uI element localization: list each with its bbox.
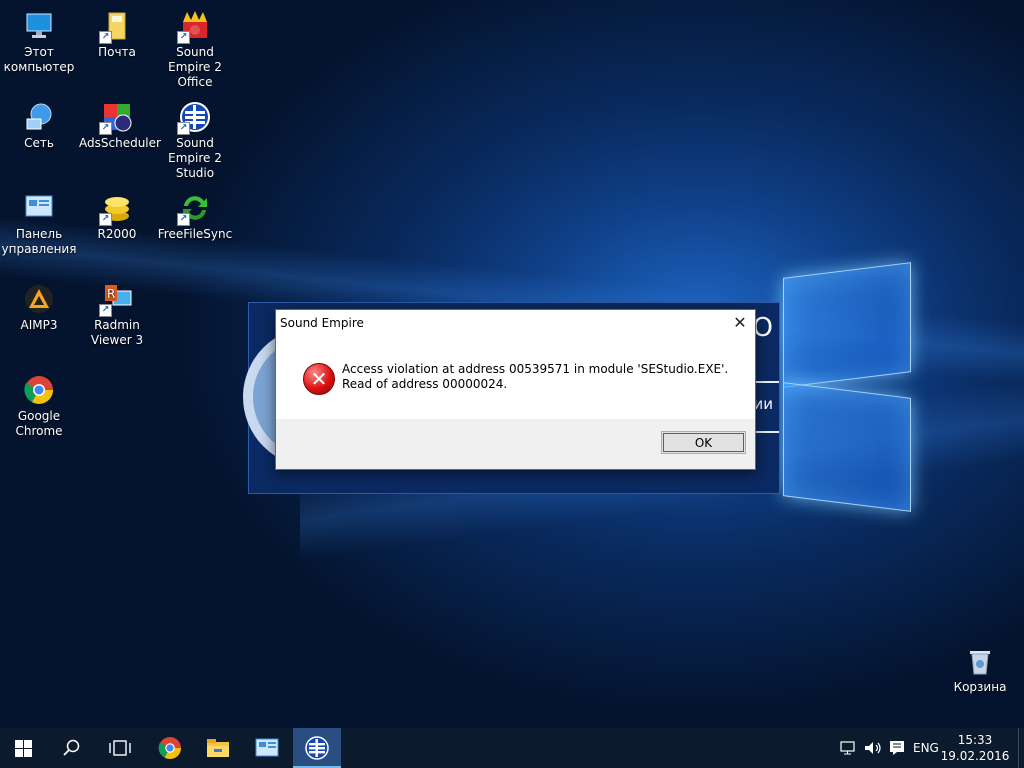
shortcut-arrow-icon: ↗ — [177, 31, 190, 44]
desktop-icon-label: FreeFileSync — [157, 227, 233, 241]
scheduler-icon: ↗ — [99, 101, 133, 135]
search-icon — [63, 739, 80, 756]
desktop-icon-radmin-viewer[interactable]: R ↗ Radmin Viewer 3 — [79, 283, 155, 348]
desktop-icon-this-pc[interactable]: Этот компьютер — [1, 10, 77, 75]
tray-language[interactable]: ENG — [910, 728, 942, 768]
desktop-icon-label: Google Chrome — [15, 409, 63, 438]
tray-volume[interactable] — [862, 728, 884, 768]
desktop-icon-label: Sound Empire 2 Studio — [168, 136, 222, 180]
desktop-icon-mail[interactable]: ↗ Почта — [79, 10, 155, 60]
r2000-coins-icon: ↗ — [99, 192, 133, 226]
desktop-icon-network[interactable]: Сеть — [1, 101, 77, 151]
clock-time: 15:33 — [957, 733, 993, 747]
network-icon — [840, 741, 855, 755]
error-dialog: Sound Empire ✕ ✕ Access violation at add… — [275, 309, 756, 470]
folder-icon — [207, 739, 229, 757]
windows-logo-icon — [15, 740, 32, 757]
error-x-icon: ✕ — [303, 363, 335, 395]
taskbar-sound-empire[interactable] — [293, 728, 341, 768]
computer-icon — [23, 10, 55, 42]
desktop-icon-freefilesync[interactable]: ↗ FreeFileSync — [157, 192, 233, 242]
network-globe-icon — [23, 101, 55, 133]
chrome-icon — [158, 737, 181, 759]
aimp-triangle-icon — [23, 283, 55, 315]
shortcut-arrow-icon: ↗ — [99, 213, 112, 226]
desktop-icon-sound-empire-studio[interactable]: ↗ Sound Empire 2 Studio — [157, 101, 233, 181]
taskbar-control-panel[interactable] — [243, 728, 291, 768]
sound-empire-logo-icon — [305, 736, 329, 760]
desktop-icon-control-panel[interactable]: Панель управления — [1, 192, 77, 257]
desktop-icon-label: Панель управления — [1, 227, 77, 256]
task-view-icon — [109, 740, 131, 756]
dialog-title: Sound Empire — [280, 316, 364, 330]
desktop-icon-label: Почта — [98, 45, 136, 59]
desktop-icon-adsscheduler[interactable]: ↗ AdsScheduler — [79, 101, 161, 151]
search-button[interactable] — [48, 728, 96, 768]
tray-network[interactable] — [838, 728, 858, 768]
desktop-icon-label: Корзина — [953, 680, 1007, 694]
language-indicator: ENG — [913, 741, 939, 755]
task-view-button[interactable] — [96, 728, 144, 768]
start-button[interactable] — [0, 728, 48, 768]
dialog-titlebar[interactable]: Sound Empire ✕ — [276, 310, 755, 336]
ok-button[interactable]: OK — [661, 431, 746, 454]
shortcut-arrow-icon: ↗ — [99, 31, 112, 44]
app-partial-text: ии — [753, 395, 774, 413]
shortcut-arrow-icon: ↗ — [99, 122, 112, 135]
wallpaper-windows-logo-pane — [783, 382, 911, 512]
desktop-icon-sound-empire-office[interactable]: ↗ Sound Empire 2 Office — [157, 10, 233, 90]
sync-arrows-icon: ↗ — [177, 192, 211, 226]
desktop-icon-recycle-bin[interactable]: Корзина — [942, 645, 1018, 695]
show-desktop-button[interactable] — [1018, 728, 1024, 768]
taskbar-chrome[interactable] — [146, 728, 194, 768]
tray-clock[interactable]: 15:33 19.02.2016 — [940, 732, 1010, 764]
volume-icon — [865, 742, 881, 754]
error-message: Access violation at address 00539571 in … — [342, 362, 729, 391]
desktop-icon-label: AdsScheduler — [79, 136, 161, 150]
tray-action-center[interactable] — [886, 728, 908, 768]
desktop-icon-google-chrome[interactable]: Google Chrome — [1, 374, 77, 439]
dialog-body: ✕ Access violation at address 00539571 i… — [276, 337, 755, 419]
desktop-icon-label: AIMP3 — [20, 318, 58, 332]
shortcut-arrow-icon: ↗ — [177, 122, 190, 135]
desktop-icon-aimp3[interactable]: AIMP3 — [1, 283, 77, 333]
clock-date: 19.02.2016 — [940, 749, 1010, 763]
shortcut-arrow-icon: ↗ — [177, 213, 190, 226]
dialog-footer: OK — [276, 419, 755, 469]
action-center-icon — [890, 741, 904, 755]
shortcut-arrow-icon: ↗ — [99, 304, 112, 317]
recycle-bin-icon — [964, 645, 996, 677]
taskbar-file-explorer[interactable] — [194, 728, 242, 768]
radmin-icon: R ↗ — [99, 283, 133, 317]
desktop-icon-label: Sound Empire 2 Office — [168, 45, 222, 89]
desktop-icon-label: Сеть — [24, 136, 54, 150]
taskbar: ENG 15:33 19.02.2016 — [0, 728, 1024, 768]
desktop-icon-label: Radmin Viewer 3 — [90, 318, 144, 347]
desktop-icon-label: Этот компьютер — [3, 45, 75, 74]
control-panel-icon — [255, 738, 279, 757]
chrome-icon — [23, 374, 55, 406]
crown-icon: ↗ — [177, 10, 211, 44]
desktop-icon-label: R2000 — [97, 227, 137, 241]
sound-empire-logo-icon: ↗ — [177, 101, 211, 135]
mail-folder-icon: ↗ — [99, 10, 133, 44]
control-panel-icon — [23, 192, 55, 224]
close-icon[interactable]: ✕ — [725, 310, 755, 336]
svg-text:R: R — [107, 287, 115, 301]
wallpaper-windows-logo-pane — [783, 262, 911, 388]
desktop-icon-r2000[interactable]: ↗ R2000 — [79, 192, 155, 242]
ok-button-label: OK — [694, 435, 713, 450]
